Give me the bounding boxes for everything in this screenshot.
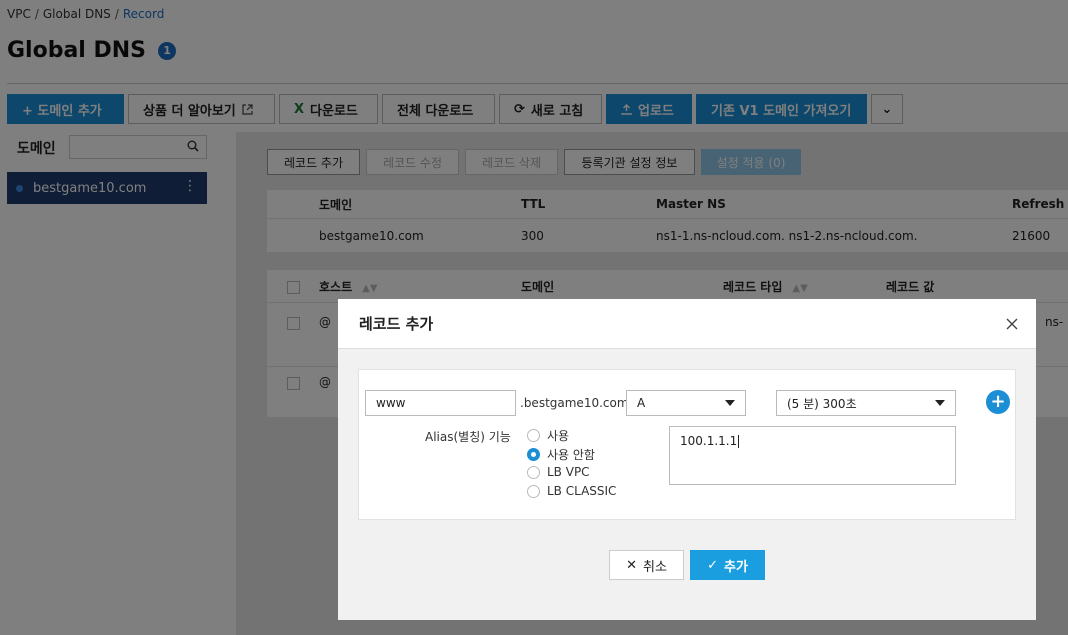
- alias-option-lb-classic[interactable]: LB CLASSIC: [527, 484, 616, 498]
- domain-suffix: .bestgame10.com: [520, 396, 629, 410]
- caret-down-icon: [935, 400, 945, 406]
- record-value-textarea[interactable]: 100.1.1.1: [669, 426, 956, 485]
- alias-option-lb-vpc[interactable]: LB VPC: [527, 465, 590, 479]
- record-type-select[interactable]: A: [626, 390, 746, 416]
- host-input[interactable]: www: [365, 390, 516, 416]
- radio-label: LB VPC: [547, 465, 590, 479]
- cancel-button[interactable]: ✕ 취소: [609, 550, 684, 580]
- radio-button[interactable]: [527, 429, 540, 442]
- add-record-modal: 레코드 추가 www .bestgame10.com A (5 분) 300초 …: [338, 299, 1036, 620]
- alias-option-use[interactable]: 사용: [527, 427, 569, 444]
- modal-header: 레코드 추가: [338, 299, 1036, 349]
- radio-button-selected[interactable]: [527, 448, 540, 461]
- radio-button[interactable]: [527, 484, 540, 498]
- record-value-text: 100.1.1.1: [680, 434, 738, 448]
- confirm-label: 추가: [723, 559, 748, 575]
- plus-icon: +: [990, 391, 1006, 412]
- close-icon[interactable]: [1006, 315, 1018, 334]
- check-icon: ✓: [707, 557, 718, 573]
- alias-option-none[interactable]: 사용 안함: [527, 446, 595, 463]
- cancel-label: 취소: [642, 559, 667, 575]
- record-form: www .bestgame10.com A (5 분) 300초 + Alias…: [358, 369, 1016, 520]
- confirm-add-button[interactable]: ✓ 추가: [690, 550, 765, 580]
- ttl-select[interactable]: (5 분) 300초: [776, 390, 956, 416]
- radio-button[interactable]: [527, 465, 540, 479]
- alias-label: Alias(별칭) 기능: [425, 430, 511, 444]
- radio-label: 사용: [547, 429, 570, 443]
- text-caret: [738, 435, 740, 448]
- modal-title: 레코드 추가: [359, 315, 434, 333]
- ttl-value: (5 분) 300초: [787, 396, 857, 411]
- radio-label: 사용 안함: [547, 448, 595, 462]
- add-row-button[interactable]: +: [986, 390, 1010, 414]
- close-icon: ✕: [626, 557, 637, 573]
- record-type-value: A: [637, 396, 646, 410]
- caret-down-icon: [725, 400, 735, 406]
- radio-label: LB CLASSIC: [547, 484, 617, 498]
